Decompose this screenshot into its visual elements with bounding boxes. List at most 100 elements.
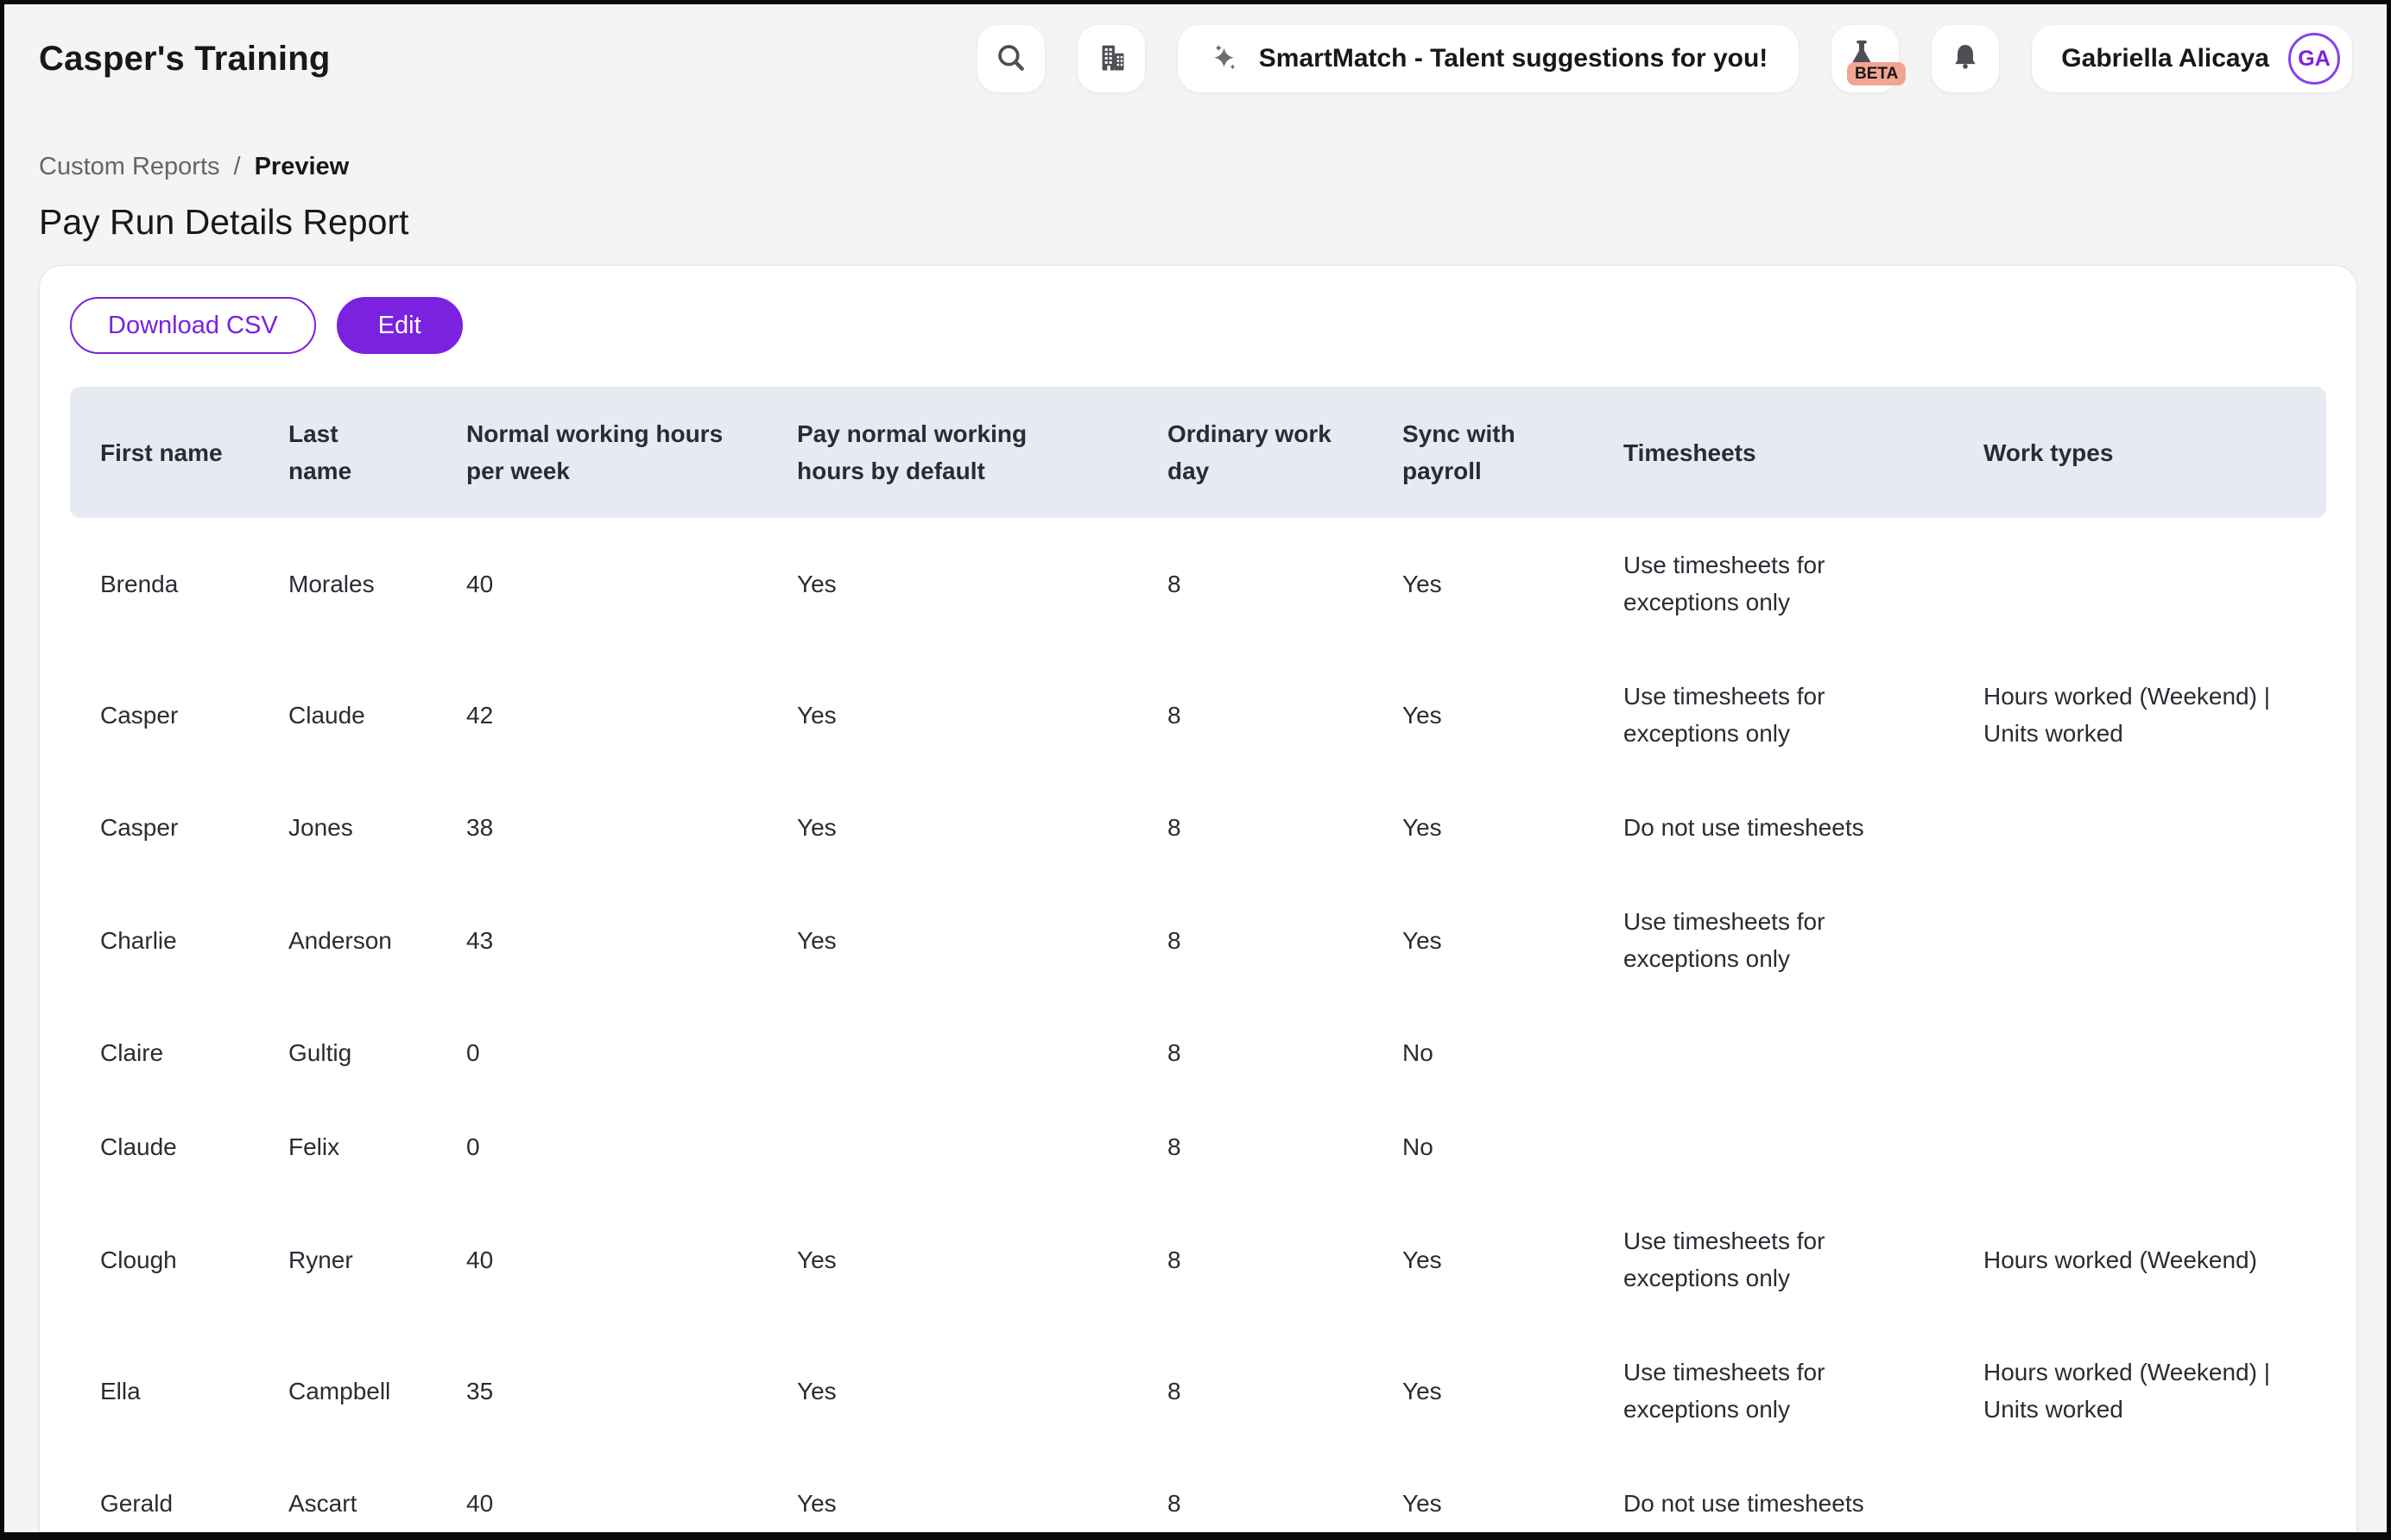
buildings-icon (1093, 40, 1129, 79)
table-cell: Yes (767, 1456, 1137, 1532)
table-cell: 8 (1137, 1194, 1372, 1325)
table-cell (1593, 1100, 1953, 1194)
breadcrumb-custom-reports[interactable]: Custom Reports (39, 153, 220, 181)
bell-icon (1948, 41, 1983, 78)
table-cell: 40 (436, 518, 767, 649)
column-header: Normal working hours per week (436, 387, 767, 518)
table-cell: 8 (1137, 1325, 1372, 1456)
table-cell: 8 (1137, 874, 1372, 1006)
page-title: Pay Run Details Report (39, 202, 2352, 243)
table-cell: Yes (767, 518, 1137, 649)
table-cell: 8 (1137, 780, 1372, 874)
table-cell: Morales (258, 518, 436, 649)
profile-button[interactable]: Gabriella Alicaya GA (2032, 25, 2352, 92)
table-cell: Yes (767, 1194, 1137, 1325)
table-cell: Anderson (258, 874, 436, 1006)
notifications-button[interactable] (1932, 25, 1999, 92)
table-row: BrendaMorales40Yes8YesUse timesheets for… (70, 518, 2326, 649)
search-icon (994, 41, 1028, 78)
table-cell (1953, 1100, 2326, 1194)
user-name: Gabriella Alicaya (2061, 44, 2269, 73)
column-header: Work types (1953, 387, 2326, 518)
download-csv-button[interactable]: Download CSV (70, 297, 316, 354)
table-cell: 35 (436, 1325, 767, 1456)
column-header: First name (70, 387, 258, 518)
top-bar-actions: SmartMatch - Talent suggestions for you!… (977, 25, 2352, 92)
table-cell (1953, 1006, 2326, 1100)
table-cell: Jones (258, 780, 436, 874)
breadcrumb-separator: / (234, 153, 241, 181)
smartmatch-label: SmartMatch - Talent suggestions for you! (1259, 44, 1768, 73)
table-cell (1593, 1006, 1953, 1100)
table-cell: Yes (1372, 1456, 1593, 1532)
breadcrumb-current: Preview (255, 153, 350, 181)
table-cell: Yes (767, 649, 1137, 780)
table-cell: Charlie (70, 874, 258, 1006)
table-cell: 8 (1137, 1100, 1372, 1194)
table-cell: Yes (767, 1325, 1137, 1456)
table-cell: Yes (1372, 1325, 1593, 1456)
table-cell: Do not use timesheets (1593, 780, 1953, 874)
table-cell: Gultig (258, 1006, 436, 1100)
table-cell: Casper (70, 649, 258, 780)
table-body: BrendaMorales40Yes8YesUse timesheets for… (70, 518, 2326, 1532)
table-cell: 8 (1137, 1006, 1372, 1100)
column-header: Last name (258, 387, 436, 518)
table-cell: 40 (436, 1456, 767, 1532)
table-row: CharlieAnderson43Yes8YesUse timesheets f… (70, 874, 2326, 1006)
smartmatch-button[interactable]: SmartMatch - Talent suggestions for you! (1178, 25, 1800, 92)
sparkles-icon (1209, 41, 1243, 76)
table-cell: 8 (1137, 649, 1372, 780)
table-cell (767, 1100, 1137, 1194)
column-header: Ordinary work day (1137, 387, 1372, 518)
table-cell: Yes (767, 874, 1137, 1006)
table-cell: Brenda (70, 518, 258, 649)
table-cell (1953, 518, 2326, 649)
table-cell: 8 (1137, 1456, 1372, 1532)
search-button[interactable] (977, 25, 1045, 92)
report-card: Download CSV Edit First nameLast nameNor… (39, 265, 2357, 1532)
table-cell: Yes (1372, 780, 1593, 874)
edit-button[interactable]: Edit (337, 297, 463, 354)
labs-button[interactable]: BETA (1831, 25, 1899, 92)
app-title: Casper's Training (39, 40, 330, 79)
table-cell: Do not use timesheets (1593, 1456, 1953, 1532)
table-row: CasperClaude42Yes8YesUse timesheets for … (70, 649, 2326, 780)
breadcrumb: Custom Reports / Preview (39, 153, 2352, 181)
table-cell: Use timesheets for exceptions only (1593, 1325, 1953, 1456)
top-bar: Casper's Training (4, 4, 2387, 92)
table-row: CasperJones38Yes8YesDo not use timesheet… (70, 780, 2326, 874)
table-row: GeraldAscart40Yes8YesDo not use timeshee… (70, 1456, 2326, 1532)
table-cell (1953, 780, 2326, 874)
table-cell: Claire (70, 1006, 258, 1100)
table-row: EllaCampbell35Yes8YesUse timesheets for … (70, 1325, 2326, 1456)
beta-badge: BETA (1847, 62, 1906, 85)
table-row: CloughRyner40Yes8YesUse timesheets for e… (70, 1194, 2326, 1325)
table-cell: Ryner (258, 1194, 436, 1325)
report-table: First nameLast nameNormal working hours … (70, 387, 2326, 1532)
table-cell: Use timesheets for exceptions only (1593, 1194, 1953, 1325)
column-header: Timesheets (1593, 387, 1953, 518)
table-cell: Claude (258, 649, 436, 780)
column-header: Sync with payroll (1372, 387, 1593, 518)
table-cell: 43 (436, 874, 767, 1006)
table-row: ClaudeFelix08No (70, 1100, 2326, 1194)
table-cell: Hours worked (Weekend) (1953, 1194, 2326, 1325)
table-cell: Claude (70, 1100, 258, 1194)
table-cell: Campbell (258, 1325, 436, 1456)
table-cell: 38 (436, 780, 767, 874)
table-row: ClaireGultig08No (70, 1006, 2326, 1100)
table-cell: Use timesheets for exceptions only (1593, 874, 1953, 1006)
table-cell: Hours worked (Weekend) | Units worked (1953, 649, 2326, 780)
table-cell: Clough (70, 1194, 258, 1325)
column-header: Pay normal working hours by default (767, 387, 1137, 518)
table-cell: Casper (70, 780, 258, 874)
table-cell (1953, 1456, 2326, 1532)
table-cell: Ascart (258, 1456, 436, 1532)
table-cell (1953, 874, 2326, 1006)
organisations-button[interactable] (1078, 25, 1145, 92)
table-cell: 42 (436, 649, 767, 780)
table-cell: 0 (436, 1100, 767, 1194)
table-cell: Ella (70, 1325, 258, 1456)
table-cell: Yes (1372, 1194, 1593, 1325)
